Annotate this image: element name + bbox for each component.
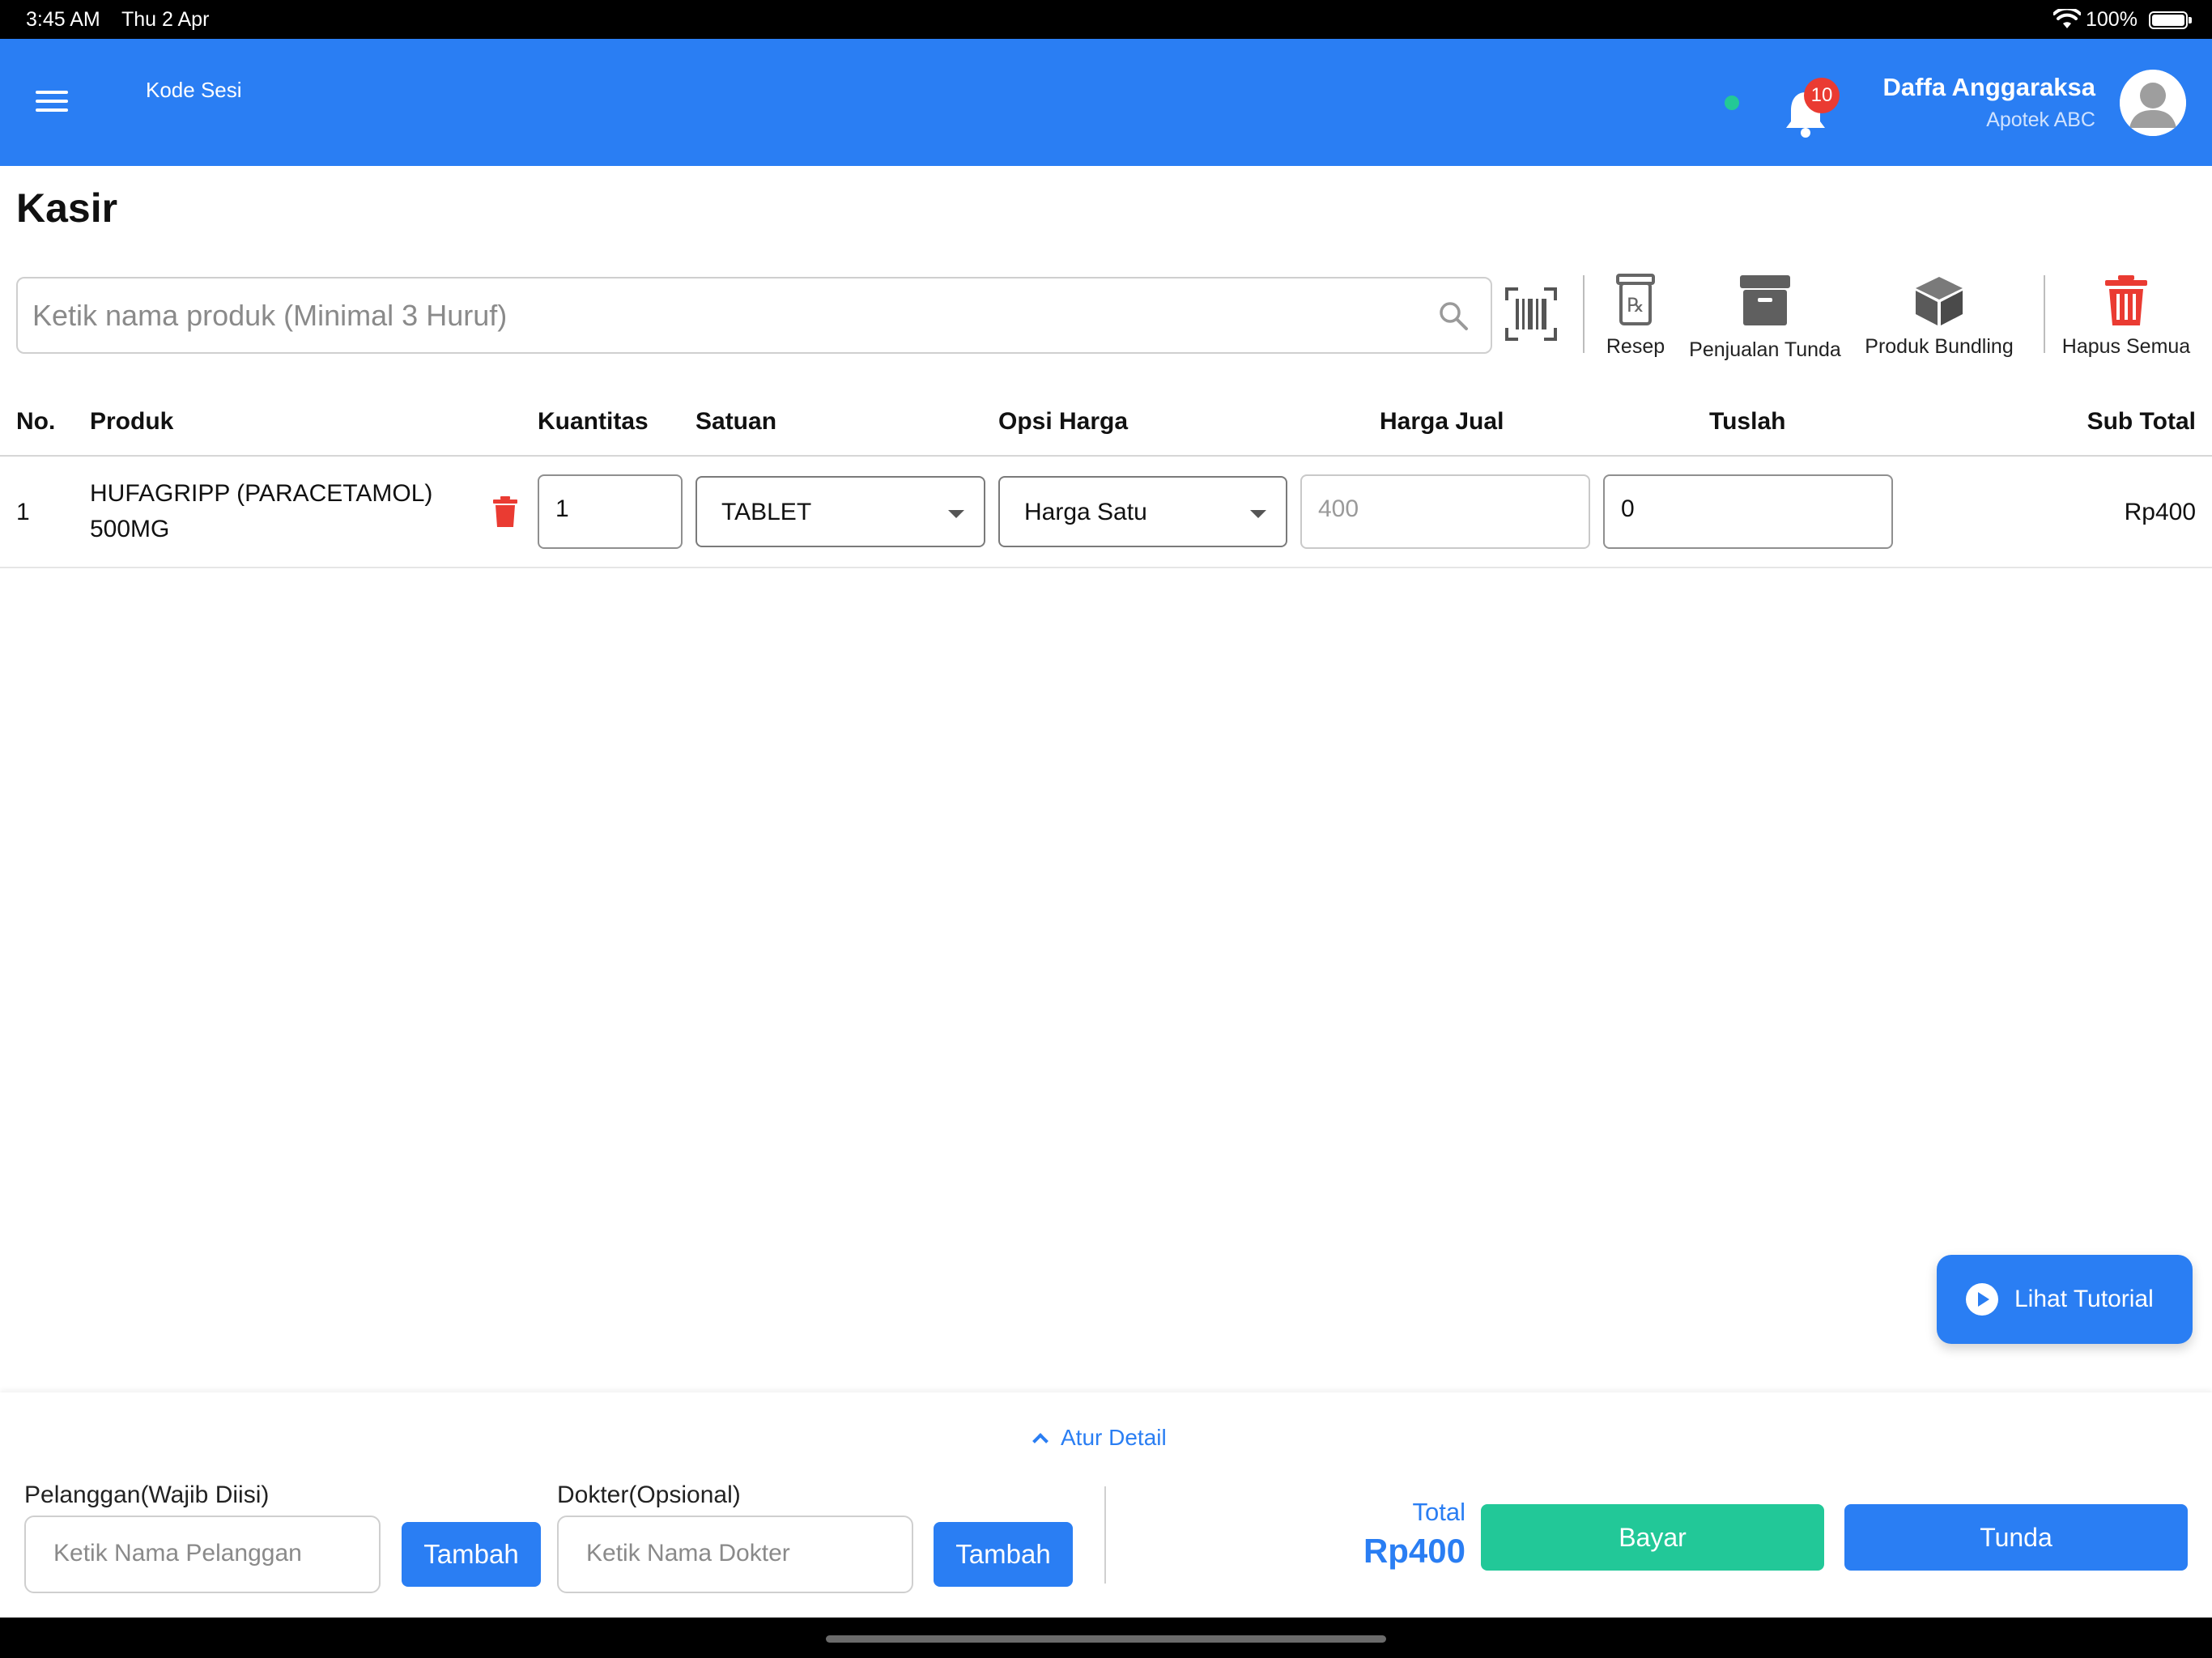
hamburger-menu-icon[interactable] [36,91,68,115]
product-search-input[interactable] [32,295,1409,337]
dokter-field[interactable] [557,1516,913,1593]
toolbar-divider [1583,275,1585,353]
harga-jual-input [1318,495,1548,523]
battery-percent: 100% [2086,8,2138,31]
dokter-label: Dokter(Opsional) [557,1482,741,1508]
pelanggan-input[interactable] [53,1540,354,1567]
app-bar: Kode Sesi 10 Daffa Anggaraksa Apotek ABC [0,39,2212,166]
hapus-semua-label: Hapus Semua [2061,335,2191,358]
tuslah-input[interactable] [1621,495,1851,523]
atur-detail-toggle[interactable]: Atur Detail [1032,1425,1167,1451]
delete-row-trash-icon[interactable] [491,495,519,528]
user-avatar[interactable] [2120,70,2186,136]
row-sub-total: Rp400 [2124,499,2196,525]
resep-label: Resep [1606,335,1665,358]
dokter-input[interactable] [586,1540,887,1567]
dropdown-caret-icon [948,510,964,518]
total-amount: Rp400 [1363,1532,1465,1570]
checkout-panel: Atur Detail Pelanggan(Wajib Diisi) Tamba… [0,1392,2212,1618]
trash-icon [2105,275,2147,325]
home-indicator[interactable] [826,1635,1386,1643]
lihat-tutorial-label: Lihat Tutorial [2014,1286,2154,1312]
page-title: Kasir [16,185,118,231]
dropdown-caret-icon [1250,510,1266,518]
toolbar-divider [2044,275,2045,353]
row-product-strength: 500MG [90,516,170,542]
penjualan-tunda-label: Penjualan Tunda [1689,338,1841,361]
chevron-up-icon [1032,1433,1049,1449]
row-product-name: HUFAGRIPP (PARACETAMOL) [90,480,433,507]
notification-bell-icon[interactable]: 10 [1781,78,1840,138]
status-bar: 3:45 AM Thu 2 Apr 100% [0,0,2212,39]
user-name: Daffa Anggaraksa [1882,73,2095,101]
quantity-input[interactable] [555,495,669,523]
satuan-dropdown[interactable]: TABLET [696,476,985,547]
store-name: Apotek ABC [1986,108,2095,131]
tambah-pelanggan-button[interactable]: Tambah [402,1522,541,1587]
tunda-button[interactable]: Tunda [1844,1504,2188,1571]
bayar-button[interactable]: Bayar [1481,1504,1824,1571]
home-indicator-bar [0,1618,2212,1658]
harga-jual-field [1300,474,1590,549]
online-status-dot [1725,96,1739,110]
opsi-harga-selected: Harga Satu [1024,499,1147,525]
notification-count-badge: 10 [1804,78,1840,113]
box-bundle-icon [1916,277,1963,325]
wifi-icon [2053,9,2081,28]
archive-box-icon [1740,275,1790,325]
header-kuantitas: Kuantitas [538,408,649,435]
lihat-tutorial-button[interactable]: Lihat Tutorial [1937,1255,2193,1344]
prescription-icon: ℞ [1616,274,1655,325]
row-no: 1 [16,499,30,525]
play-icon [1966,1283,1998,1316]
battery-icon [2149,11,2192,29]
status-date: Thu 2 Apr [121,8,210,31]
header-harga-jual: Harga Jual [1380,408,1504,435]
tuslah-field[interactable] [1603,474,1893,549]
total-label: Total [1412,1498,1465,1526]
panel-divider [1104,1486,1106,1584]
barcode-scanner-icon[interactable] [1504,286,1558,342]
svg-text:℞: ℞ [1627,294,1644,317]
tambah-dokter-button[interactable]: Tambah [934,1522,1073,1587]
opsi-harga-dropdown[interactable]: Harga Satu [998,476,1287,547]
quantity-field[interactable] [538,474,683,549]
produk-bundling-label: Produk Bundling [1865,335,2014,358]
header-no: No. [16,408,56,435]
penjualan-tunda-button[interactable]: Penjualan Tunda [1682,274,1848,362]
header-produk: Produk [90,408,174,435]
header-sub-total: Sub Total [2087,408,2196,435]
satuan-selected: TABLET [721,499,812,525]
hapus-semua-button[interactable]: Hapus Semua [2057,274,2196,359]
status-time: 3:45 AM [26,8,100,31]
atur-detail-label: Atur Detail [1061,1425,1167,1450]
header-divider [0,455,2212,457]
row-divider [0,567,2212,568]
header-satuan: Satuan [696,408,777,435]
search-icon[interactable] [1437,300,1470,332]
header-tuslah: Tuslah [1709,408,1786,435]
pelanggan-field[interactable] [24,1516,381,1593]
session-code-label: Kode Sesi [146,78,242,102]
produk-bundling-button[interactable]: Produk Bundling [1854,274,2024,359]
product-search-box[interactable] [16,277,1492,354]
header-opsi-harga: Opsi Harga [998,408,1129,435]
pelanggan-label: Pelanggan(Wajib Diisi) [24,1482,270,1508]
resep-button[interactable]: ℞ Resep [1597,274,1674,359]
